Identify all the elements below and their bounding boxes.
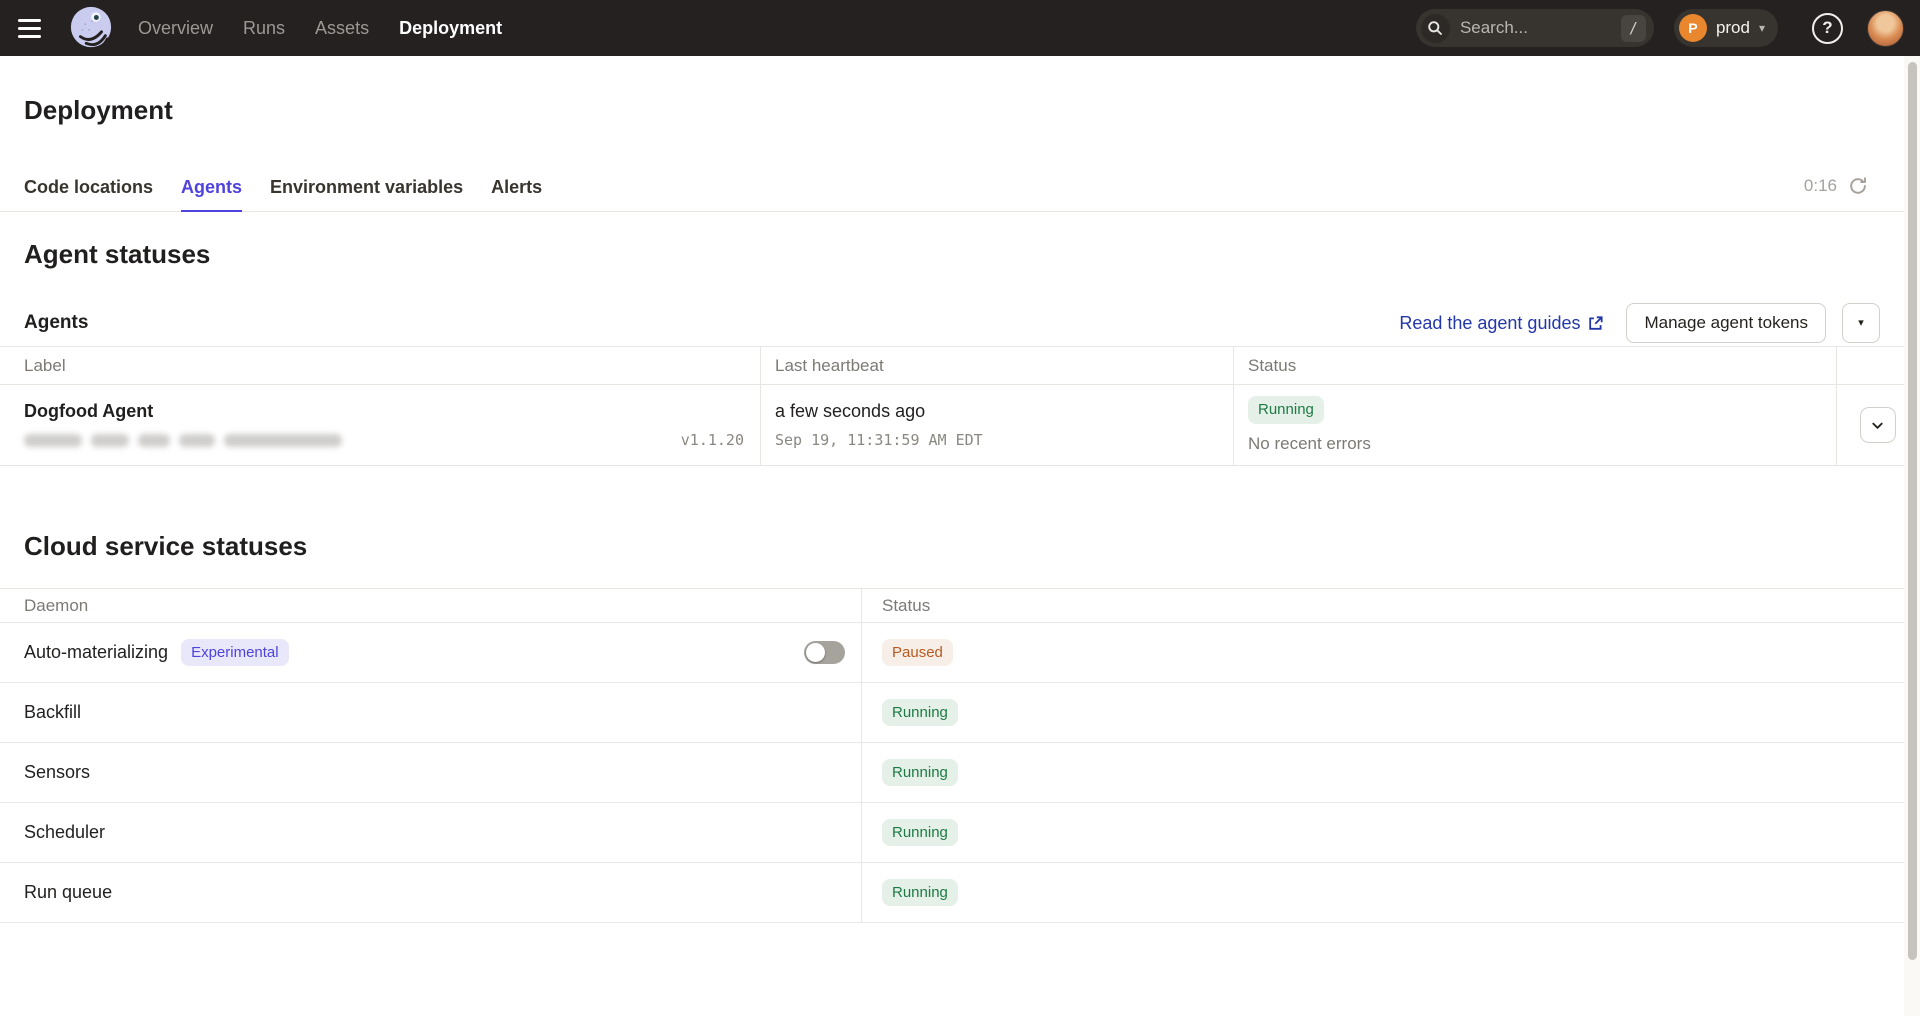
agents-table: Label Last heartbeat Status Dogfood Agen… xyxy=(0,346,1904,466)
agent-statuses-heading: Agent statuses xyxy=(24,238,1880,270)
daemon-row-run-queue: Run queue Running xyxy=(0,862,1904,922)
daemon-row-auto-materializing: Auto-materializing Experimental Paused xyxy=(0,622,1904,682)
daemon-name: Sensors xyxy=(24,762,90,783)
redacted-agent-id xyxy=(24,434,342,447)
dagster-logo-icon[interactable] xyxy=(68,5,114,51)
daemon-name: Scheduler xyxy=(24,822,105,843)
daemon-status-badge: Running xyxy=(882,819,958,846)
daemon-status-badge: Paused xyxy=(882,639,953,666)
search-input[interactable] xyxy=(1450,18,1621,38)
daemon-row-sensors: Sensors Running xyxy=(0,742,1904,802)
agent-guides-link-label: Read the agent guides xyxy=(1399,313,1580,334)
refresh-countdown: 0:16 xyxy=(1804,176,1837,196)
help-glyph: ? xyxy=(1822,18,1832,38)
help-icon[interactable]: ? xyxy=(1812,13,1843,44)
daemon-row-scheduler: Scheduler Running xyxy=(0,802,1904,862)
heartbeat-relative: a few seconds ago xyxy=(775,401,1233,422)
org-name: prod xyxy=(1716,18,1750,38)
experimental-badge: Experimental xyxy=(181,639,289,666)
search-shortcut-key: / xyxy=(1621,15,1646,42)
search-box[interactable]: / xyxy=(1416,9,1654,47)
tab-code-locations[interactable]: Code locations xyxy=(24,170,153,211)
agents-toolbar: Agents Read the agent guides Manage agen… xyxy=(24,302,1880,344)
agent-guides-link[interactable]: Read the agent guides xyxy=(1399,313,1604,334)
nav-item-overview[interactable]: Overview xyxy=(138,18,213,39)
agent-status-badge: Running xyxy=(1248,396,1324,423)
manage-agent-tokens-button[interactable]: Manage agent tokens xyxy=(1626,303,1826,343)
column-header-status: Status xyxy=(1233,347,1836,384)
tab-agents[interactable]: Agents xyxy=(181,170,242,211)
nav-item-deployment[interactable]: Deployment xyxy=(399,18,502,39)
agent-expand-button[interactable] xyxy=(1860,407,1896,443)
column-header-last-heartbeat: Last heartbeat xyxy=(760,347,1233,384)
hamburger-menu-icon[interactable] xyxy=(0,0,58,56)
chevron-down-icon xyxy=(1870,418,1885,433)
column-header-status: Status xyxy=(861,589,1904,622)
column-header-daemon: Daemon xyxy=(0,589,861,622)
tab-alerts[interactable]: Alerts xyxy=(491,170,542,211)
cloud-service-statuses-heading: Cloud service statuses xyxy=(24,530,1880,562)
external-link-icon xyxy=(1587,315,1604,332)
daemon-status-badge: Running xyxy=(882,879,958,906)
org-switcher[interactable]: P prod ▾ xyxy=(1674,9,1778,47)
daemon-name: Auto-materializing xyxy=(24,642,168,663)
search-icon xyxy=(1421,14,1450,43)
agents-table-header: Label Last heartbeat Status xyxy=(0,347,1904,385)
heartbeat-timestamp: Sep 19, 11:31:59 AM EDT xyxy=(775,431,1233,449)
nav-item-assets[interactable]: Assets xyxy=(315,18,369,39)
daemon-status-badge: Running xyxy=(882,759,958,786)
agents-subheading: Agents xyxy=(24,312,88,334)
agent-status-note: No recent errors xyxy=(1248,434,1836,454)
primary-nav: Overview Runs Assets Deployment xyxy=(138,18,502,39)
chevron-down-icon: ▾ xyxy=(1759,22,1765,34)
page-title: Deployment xyxy=(0,56,1904,126)
top-nav: Overview Runs Assets Deployment / P prod… xyxy=(0,0,1920,56)
agent-name: Dogfood Agent xyxy=(24,401,760,422)
auto-materializing-toggle[interactable] xyxy=(804,641,845,664)
org-badge: P xyxy=(1679,14,1707,42)
agent-row: Dogfood Agent v1.1.20 a few seconds ago … xyxy=(0,385,1904,465)
daemon-name: Run queue xyxy=(24,882,112,903)
nav-item-runs[interactable]: Runs xyxy=(243,18,285,39)
agent-version: v1.1.20 xyxy=(681,431,744,449)
tab-bar: Code locations Agents Environment variab… xyxy=(0,170,1904,212)
cloud-table-header: Daemon Status xyxy=(0,589,1904,622)
page-scrollbar[interactable] xyxy=(1904,56,1920,1016)
refresh-icon[interactable] xyxy=(1848,176,1868,196)
daemon-name: Backfill xyxy=(24,702,81,723)
column-header-label: Label xyxy=(0,347,760,384)
cloud-services-table: Daemon Status Auto-materializing Experim… xyxy=(0,588,1904,923)
scrollbar-thumb[interactable] xyxy=(1908,62,1917,960)
daemon-row-backfill: Backfill Running xyxy=(0,682,1904,742)
page-content: Deployment Code locations Agents Environ… xyxy=(0,56,1904,923)
user-avatar[interactable] xyxy=(1867,10,1904,47)
agent-tokens-dropdown-button[interactable]: ▾ xyxy=(1842,303,1880,343)
daemon-status-badge: Running xyxy=(882,699,958,726)
caret-down-icon: ▾ xyxy=(1858,318,1864,329)
tab-environment-variables[interactable]: Environment variables xyxy=(270,170,463,211)
